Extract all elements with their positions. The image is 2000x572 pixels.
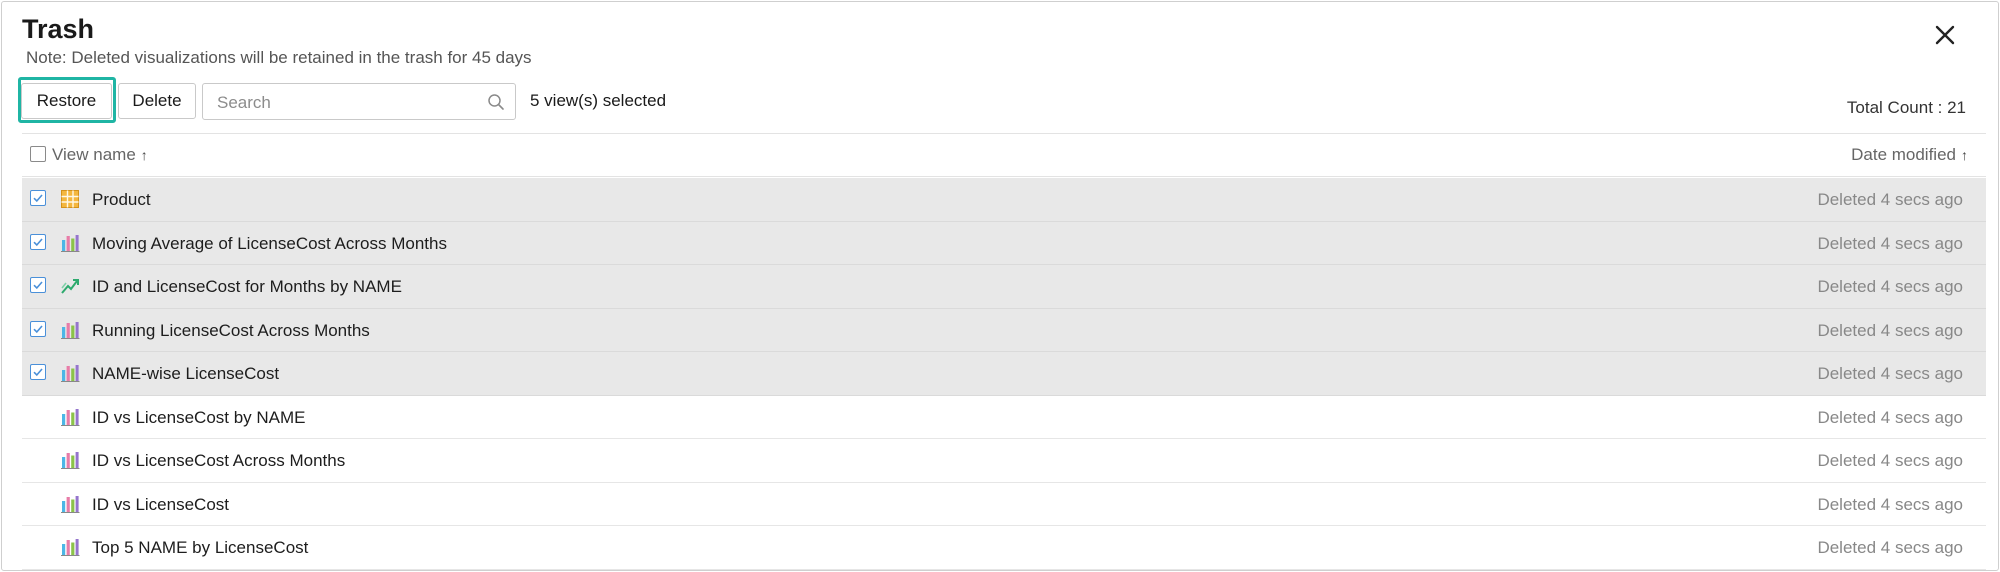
view-name: Top 5 NAME by LicenseCost [92, 538, 309, 557]
deleted-date: Deleted 4 secs ago [1817, 233, 1963, 253]
deleted-date: Deleted 4 secs ago [1817, 451, 1963, 470]
select-all-checkbox[interactable] [30, 146, 46, 162]
date-modified-header-label: Date modified [1851, 145, 1956, 164]
bar-chart-icon [60, 407, 80, 427]
view-name: ID vs LicenseCost [92, 494, 229, 514]
close-icon[interactable] [1928, 18, 1962, 52]
table-row[interactable]: Top 5 NAME by LicenseCost Deleted 4 secs … [22, 526, 1986, 570]
table-row[interactable]: NAME-wise LicenseCost Deleted 4 secs ago [22, 352, 1986, 396]
sort-arrow-icon: ↑ [1961, 147, 1968, 163]
search-icon[interactable] [487, 93, 505, 111]
view-name-header-label: View name [52, 145, 136, 164]
table-row[interactable]: Running LicenseCost Across Months Deleted… [22, 308, 1986, 352]
row-checkbox[interactable] [30, 233, 46, 250]
table-row[interactable]: ID vs LicenseCost Across Months Deleted 4… [22, 439, 1986, 483]
deleted-date: Deleted 4 secs ago [1817, 320, 1963, 340]
view-name: NAME-wise LicenseCost [92, 364, 280, 383]
deleted-date: Deleted 4 secs ago [1817, 494, 1963, 514]
search-input[interactable] [215, 88, 479, 117]
trash-list: Product Deleted 4 secs ago Moving Average … [22, 178, 1986, 570]
bar-chart-icon [60, 494, 80, 514]
retention-note: Note: Deleted visualizations will be ret… [26, 48, 532, 67]
view-name: ID and LicenseCost for Months by NAME [92, 277, 402, 296]
restore-button[interactable]: Restore [21, 83, 112, 119]
view-name: ID vs LicenseCost by NAME [92, 407, 306, 427]
bar-chart-icon [60, 450, 80, 470]
search-box [202, 83, 516, 120]
table-row[interactable]: Moving Average of LicenseCost Across Mon… [22, 221, 1986, 265]
table-header: View name ↑ Date modified ↑ [22, 133, 1986, 177]
bar-chart-icon [60, 363, 80, 383]
delete-button[interactable]: Delete [118, 83, 196, 119]
bar-chart-icon [60, 320, 80, 340]
view-name: Product [92, 190, 151, 209]
table-icon [60, 189, 80, 209]
row-checkbox[interactable] [30, 277, 46, 293]
row-checkbox[interactable] [30, 190, 46, 206]
deleted-date: Deleted 4 secs ago [1817, 364, 1963, 383]
total-count: Total Count : 21 [1846, 98, 1966, 117]
trash-dialog: Trash Note: Deleted visualizations will … [1, 1, 1999, 571]
sort-arrow-icon: ↑ [140, 147, 148, 163]
table-row[interactable]: ID and LicenseCost for Months by NAME Del… [22, 265, 1986, 309]
dialog-title: Trash [22, 14, 95, 44]
view-name: Running LicenseCost Across Months [92, 320, 370, 340]
row-checkbox[interactable] [30, 364, 46, 380]
bar-chart-icon [60, 233, 80, 253]
row-checkbox[interactable] [30, 320, 46, 337]
deleted-date: Deleted 4 secs ago [1817, 407, 1963, 427]
table-row[interactable]: ID vs LicenseCost Deleted 4 secs ago [22, 482, 1986, 526]
deleted-date: Deleted 4 secs ago [1817, 190, 1963, 209]
deleted-date: Deleted 4 secs ago [1817, 538, 1963, 557]
deleted-date: Deleted 4 secs ago [1817, 277, 1963, 296]
table-row[interactable]: Product Deleted 4 secs ago [22, 178, 1986, 222]
view-name-header[interactable]: View name ↑ [52, 145, 148, 165]
trend-chart-icon [60, 276, 80, 296]
selected-count: 5 view(s) selected [530, 91, 667, 110]
date-modified-header[interactable]: Date modified ↑ [1851, 145, 1968, 165]
view-name: ID vs LicenseCost Across Months [92, 451, 346, 470]
table-row[interactable]: ID vs LicenseCost by NAME Deleted 4 secs … [22, 395, 1986, 439]
bar-chart-icon [60, 537, 80, 557]
view-name: Moving Average of LicenseCost Across Mon… [92, 233, 447, 253]
